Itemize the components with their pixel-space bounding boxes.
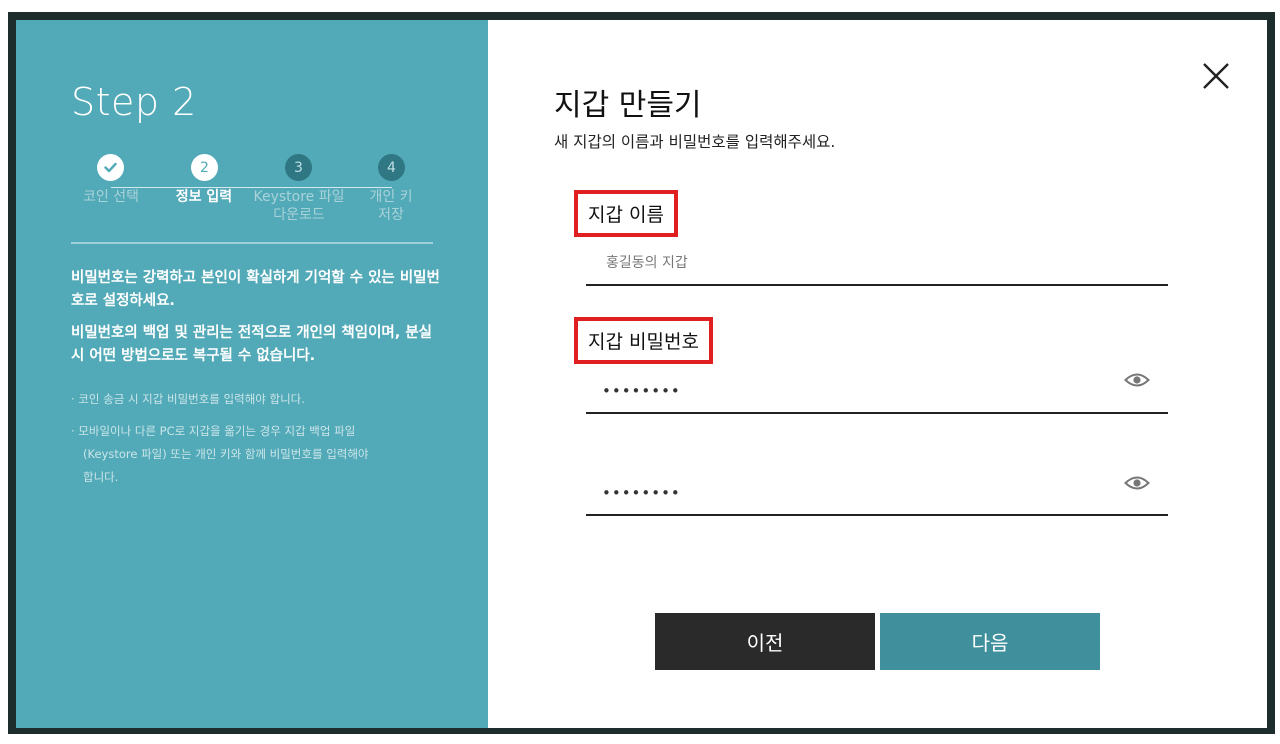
step-4-circle: 4 [378, 154, 405, 181]
step-4-label: 개인 키 저장 [369, 189, 413, 223]
dialog-subtitle: 새 지갑의 이름과 비밀번호를 입력해주세요. [554, 133, 836, 151]
divider [71, 242, 433, 244]
note-backup: · 모바일이나 다른 PC로 지갑을 옮기는 경우 지갑 백업 파일 (Keys… [71, 424, 369, 484]
step-1-circle [97, 154, 124, 181]
create-wallet-dialog: 지갑 만들기 새 지갑의 이름과 비밀번호를 입력해주세요. 지갑 이름 지갑 … [488, 20, 1267, 728]
show-password-confirm-toggle[interactable] [1124, 475, 1150, 491]
eye-icon [1124, 476, 1150, 490]
check-icon [104, 162, 117, 173]
wallet-password-label: 지갑 비밀번호 [574, 317, 713, 364]
step-2-circle: 2 [191, 154, 218, 181]
next-button[interactable]: 다음 [880, 613, 1100, 670]
password-guide-text: 비밀번호는 강력하고 본인이 확실하게 기억할 수 있는 비밀번호로 설정하세요… [71, 270, 440, 309]
step-title: Step 2 [71, 80, 197, 124]
step-3-circle: 3 [285, 154, 312, 181]
close-button[interactable] [1198, 58, 1234, 94]
eye-icon [1124, 373, 1150, 387]
dialog-title: 지갑 만들기 [554, 88, 702, 123]
close-icon [1203, 63, 1229, 89]
responsibility-warning-text: 비밀번호의 백업 및 관리는 전적으로 개인의 책임이며, 분실 시 어떤 방법… [71, 325, 433, 364]
step-2-label: 정보 입력 [175, 189, 233, 205]
wallet-name-label: 지갑 이름 [574, 190, 678, 237]
password-confirm-input[interactable] [586, 472, 1168, 516]
step-info-panel: Step 2 코인 선택 2 정보 입력 3 Keystore 파일 다운로드 … [16, 20, 488, 728]
password-input[interactable] [586, 370, 1168, 414]
note-send: · 코인 송금 시 지갑 비밀번호를 입력해야 합니다. [71, 392, 305, 406]
show-password-toggle[interactable] [1124, 372, 1150, 388]
prev-button[interactable]: 이전 [655, 613, 875, 670]
wallet-name-input[interactable] [586, 242, 1168, 286]
